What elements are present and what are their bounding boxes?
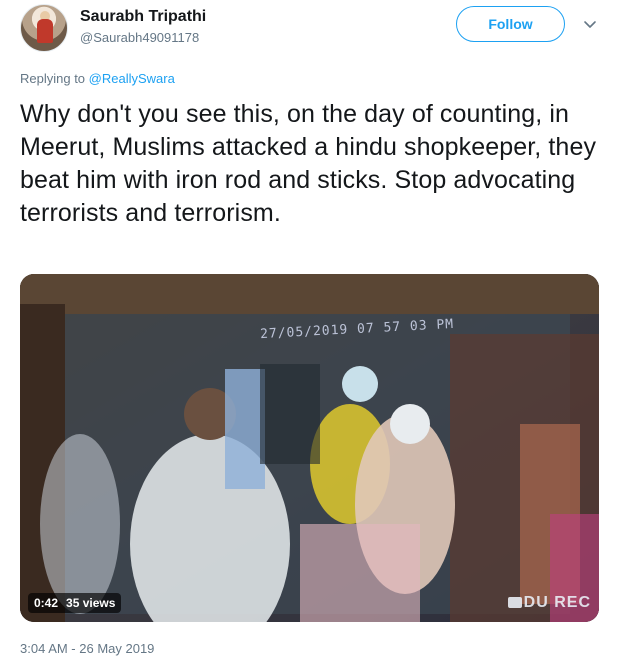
follow-button[interactable]: Follow: [456, 6, 565, 42]
video-duration: 0:42: [34, 596, 59, 610]
tweet-timestamp[interactable]: 3:04 AM - 26 May 2019: [20, 641, 154, 656]
replying-to-prefix: Replying to: [20, 71, 89, 86]
avatar[interactable]: [20, 4, 68, 52]
reply-mention-link[interactable]: @ReallySwara: [89, 71, 175, 86]
author-handle[interactable]: @Saurabh49091178: [80, 29, 206, 47]
video-player[interactable]: 27/05/2019 07 57 03 PM DU REC 0:42 35 vie…: [20, 274, 599, 622]
video-views: 35 views: [66, 596, 116, 610]
camera-icon: [507, 597, 522, 608]
replying-to: Replying to @ReallySwara: [20, 71, 175, 86]
avatar-body: [37, 19, 53, 43]
author-display-name[interactable]: Saurabh Tripathi: [80, 7, 206, 27]
tweet-text: Why don't you see this, on the day of co…: [20, 100, 597, 227]
video-watermark: DU REC: [507, 594, 591, 612]
chevron-down-icon[interactable]: [582, 16, 598, 32]
author-info: Saurabh Tripathi @Saurabh49091178: [80, 7, 206, 47]
tweet-header: Saurabh Tripathi @Saurabh49091178 Follow: [20, 4, 620, 56]
watermark-text: DU REC: [523, 594, 591, 611]
video-stats-badge: 0:42 35 views: [28, 593, 122, 613]
